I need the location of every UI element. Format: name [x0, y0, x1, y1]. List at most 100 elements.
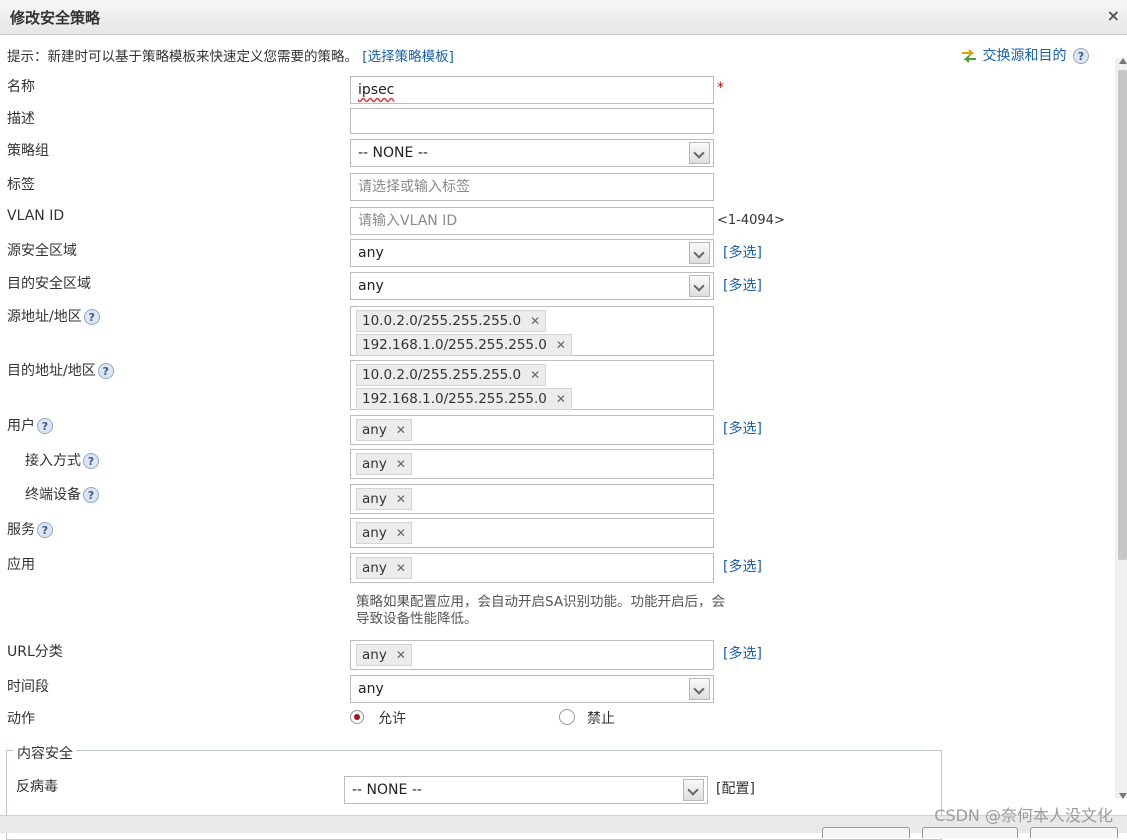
dialog-title: 修改安全策略	[10, 9, 101, 27]
vlan-placeholder: 请输入VLAN ID	[358, 213, 458, 229]
schedule-value: any	[358, 681, 384, 697]
help-icon[interactable]: ?	[83, 487, 99, 503]
service-tag: any ✕	[356, 522, 412, 544]
antivirus-config-link[interactable]: [配置]	[716, 778, 755, 798]
src-addr-box[interactable]: 10.0.2.0/255.255.255.0 ✕ 192.168.1.0/255.…	[350, 306, 714, 356]
remove-icon[interactable]: ✕	[396, 648, 406, 662]
access-mode-label-text: 接入方式	[25, 453, 81, 469]
policy-group-value: -- NONE --	[358, 145, 428, 161]
policy-group-label: 策略组	[7, 143, 49, 159]
remove-icon[interactable]: ✕	[556, 338, 566, 352]
src-addr-tag: 10.0.2.0/255.255.255.0 ✕	[356, 310, 547, 332]
allow-radio[interactable]	[350, 710, 364, 724]
antivirus-select[interactable]: -- NONE --	[344, 776, 708, 804]
vlan-label: VLAN ID	[7, 208, 65, 224]
terminal-label-text: 终端设备	[25, 487, 81, 503]
chevron-down-icon[interactable]	[689, 242, 710, 264]
antivirus-label: 反病毒	[16, 779, 58, 795]
swap-link[interactable]: 交换源和目的 ?	[960, 45, 1089, 65]
remove-icon[interactable]: ✕	[530, 314, 540, 328]
content-security-legend: 内容安全	[14, 743, 76, 763]
service-box[interactable]: any ✕	[350, 518, 714, 548]
service-label-text: 服务	[7, 522, 35, 538]
dst-zone-label: 目的安全区域	[7, 276, 91, 292]
policy-group-select[interactable]: -- NONE --	[350, 139, 714, 167]
src-addr-label: 源地址/地区?	[7, 306, 100, 326]
dst-addr-label: 目的地址/地区?	[7, 360, 114, 380]
help-icon[interactable]: ?	[1072, 48, 1089, 64]
src-zone-value: any	[358, 245, 384, 261]
scroll-up-icon[interactable]	[1119, 58, 1127, 64]
application-label: 应用	[7, 557, 35, 573]
help-icon[interactable]: ?	[37, 418, 53, 434]
scrollbar-thumb[interactable]	[1118, 70, 1127, 560]
url-multi-link[interactable]: [多选]	[723, 643, 762, 663]
remove-icon[interactable]: ✕	[396, 457, 406, 471]
deny-radio[interactable]	[559, 709, 575, 725]
swap-label[interactable]: 交换源和目的	[982, 48, 1066, 64]
help-icon[interactable]: ?	[97, 363, 114, 379]
schedule-select[interactable]: any	[350, 675, 714, 703]
user-multi-link[interactable]: [多选]	[723, 418, 762, 438]
url-tag: any ✕	[356, 644, 412, 666]
watermark: CSDN @奈何本人没文化	[934, 806, 1113, 825]
select-template-link[interactable]: [选择策略模板]	[362, 49, 454, 65]
access-mode-box[interactable]: any ✕	[350, 449, 714, 479]
footer-button[interactable]	[822, 827, 910, 838]
application-note: 策略如果配置应用，会自动开启SA识别功能。功能开启后，会导致设备性能降低。	[356, 594, 726, 627]
help-icon[interactable]: ?	[83, 453, 99, 469]
access-mode-label: 接入方式?	[25, 450, 99, 470]
dst-addr-tag: 192.168.1.0/255.255.255.0 ✕	[356, 388, 572, 410]
schedule-label: 时间段	[7, 679, 49, 695]
antivirus-value: -- NONE --	[352, 782, 422, 798]
src-zone-multi-link[interactable]: [多选]	[723, 242, 762, 262]
terminal-label: 终端设备?	[25, 484, 99, 504]
tags-input[interactable]: 请选择或输入标签	[350, 173, 714, 201]
chevron-down-icon[interactable]	[683, 779, 704, 801]
remove-icon[interactable]: ✕	[396, 561, 406, 575]
deny-label: 禁止	[587, 711, 615, 727]
action-allow-option[interactable]: 允许	[350, 708, 406, 728]
terminal-box[interactable]: any ✕	[350, 484, 714, 514]
src-addr-tag: 192.168.1.0/255.255.255.0 ✕	[356, 334, 572, 356]
description-input[interactable]	[350, 108, 714, 134]
scroll-down-icon[interactable]	[1119, 793, 1127, 799]
dst-zone-multi-link[interactable]: [多选]	[723, 275, 762, 295]
application-multi-link[interactable]: [多选]	[723, 556, 762, 576]
tags-placeholder: 请选择或输入标签	[358, 179, 470, 195]
src-zone-select[interactable]: any	[350, 239, 714, 267]
close-icon[interactable]: ×	[1107, 6, 1120, 25]
src-addr-label-text: 源地址/地区	[7, 309, 82, 325]
remove-icon[interactable]: ✕	[556, 392, 566, 406]
user-label: 用户?	[7, 415, 53, 435]
name-value: ipsec	[358, 82, 395, 98]
user-box[interactable]: any ✕	[350, 415, 714, 445]
dst-addr-box[interactable]: 10.0.2.0/255.255.255.0 ✕ 192.168.1.0/255.…	[350, 360, 714, 410]
chevron-down-icon[interactable]	[689, 678, 710, 700]
dst-zone-select[interactable]: any	[350, 272, 714, 300]
help-icon[interactable]: ?	[37, 522, 53, 538]
application-box[interactable]: any ✕	[350, 553, 714, 583]
url-box[interactable]: any ✕	[350, 640, 714, 670]
chevron-down-icon[interactable]	[689, 275, 710, 297]
terminal-tag: any ✕	[356, 488, 412, 510]
vlan-input[interactable]: 请输入VLAN ID	[350, 207, 714, 235]
remove-icon[interactable]: ✕	[396, 423, 406, 437]
help-icon[interactable]: ?	[83, 309, 100, 325]
chevron-down-icon[interactable]	[689, 142, 710, 164]
action-deny-option[interactable]: 禁止	[559, 708, 615, 728]
src-zone-label: 源安全区域	[7, 243, 77, 259]
remove-icon[interactable]: ✕	[396, 492, 406, 506]
tags-label: 标签	[7, 177, 35, 193]
vlan-range: <1-4094>	[717, 213, 785, 228]
remove-icon[interactable]: ✕	[396, 526, 406, 540]
remove-icon[interactable]: ✕	[530, 368, 540, 382]
footer-button[interactable]	[1030, 827, 1118, 838]
footer-button[interactable]	[922, 827, 1018, 838]
access-mode-tag: any ✕	[356, 453, 412, 475]
name-input[interactable]: ipsec	[350, 76, 714, 104]
description-label: 描述	[7, 111, 35, 127]
allow-label: 允许	[378, 711, 406, 727]
swap-icon	[962, 49, 976, 63]
user-label-text: 用户	[7, 418, 35, 434]
